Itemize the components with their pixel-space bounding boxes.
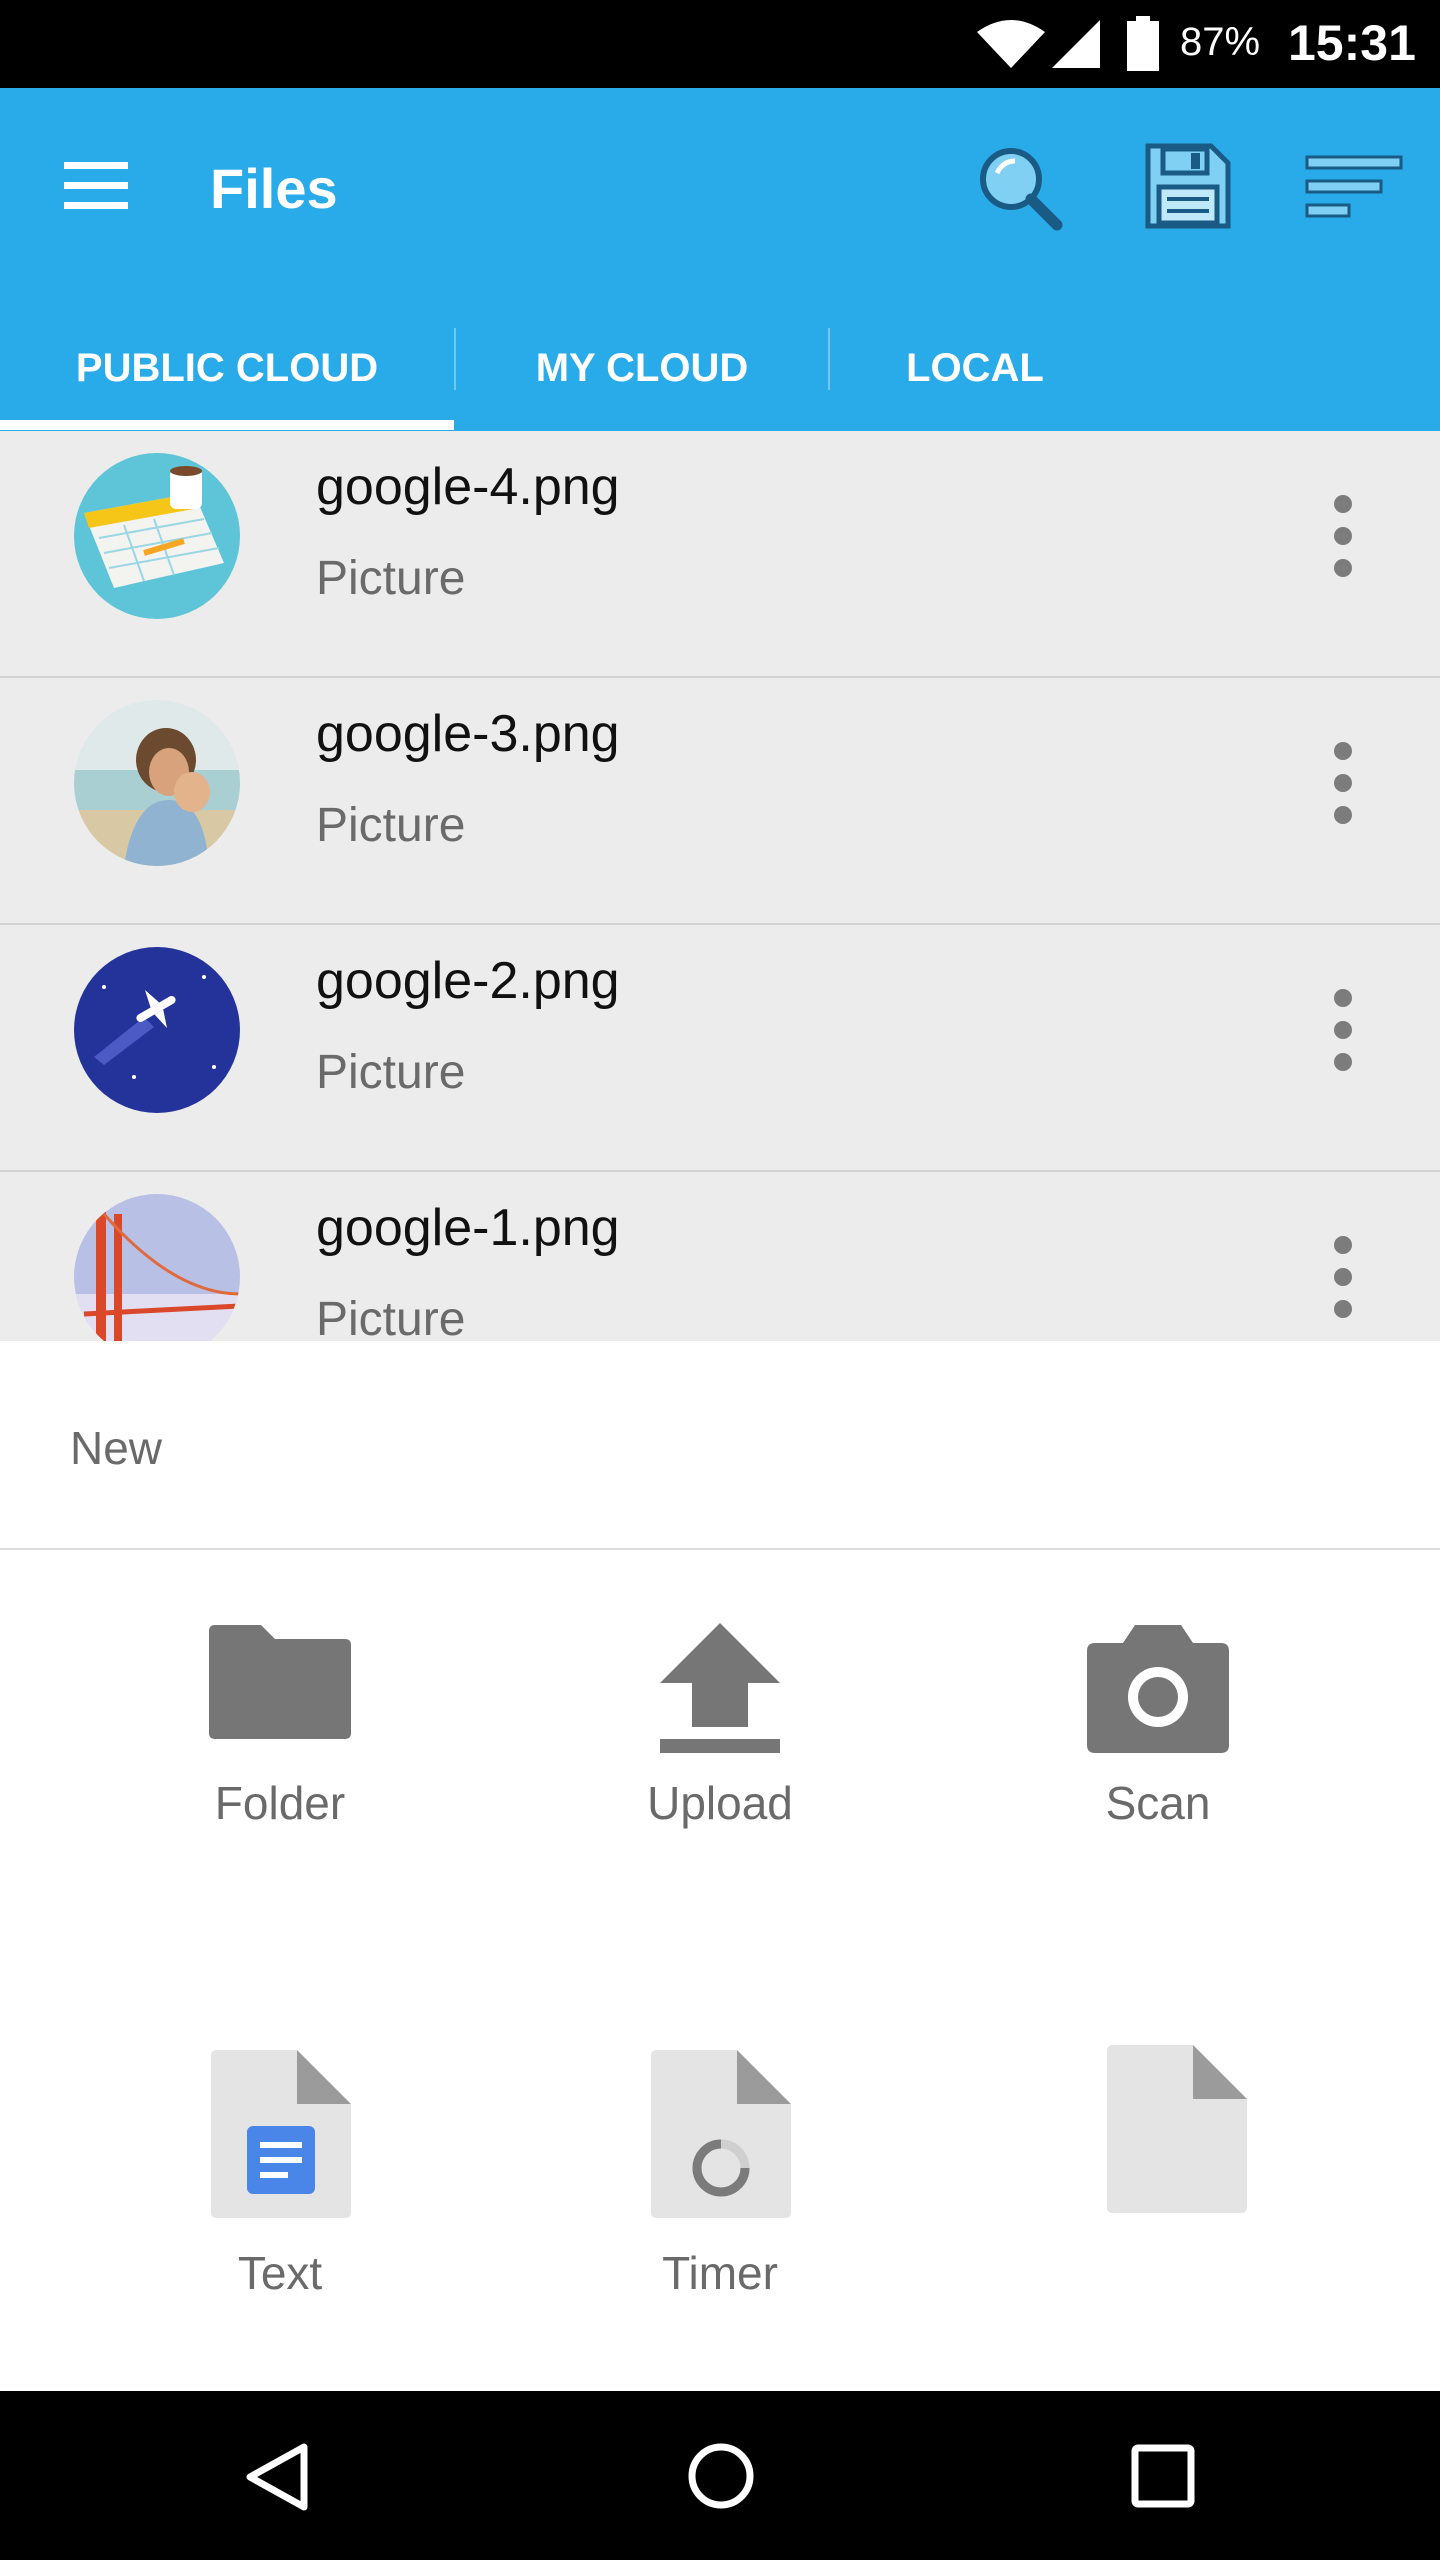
more-options-icon[interactable]	[1318, 495, 1368, 615]
list-item[interactable]: google-2.png Picture	[0, 925, 1440, 1172]
new-item-bottom-sheet: New Folder Upload Scan Text Timer	[0, 1341, 1440, 2391]
wifi-icon	[977, 20, 1045, 68]
file-name: google-2.png	[316, 952, 620, 1010]
new-blank-file-button[interactable]	[1026, 2041, 1326, 2241]
home-button[interactable]	[620, 2391, 820, 2560]
action-label: Upload	[647, 1777, 793, 1829]
status-bar: 87% 15:31	[0, 0, 1440, 88]
recents-icon	[1131, 2444, 1195, 2508]
file-thumbnail	[74, 700, 240, 866]
blank-document-icon	[1107, 2045, 1247, 2213]
back-icon	[246, 2443, 308, 2511]
file-name: google-4.png	[316, 458, 620, 516]
file-type: Picture	[316, 552, 466, 605]
new-text-button[interactable]: Text	[130, 2046, 430, 2299]
battery-percent: 87%	[1180, 20, 1261, 64]
tab-indicator	[0, 420, 454, 430]
tab-label: PUBLIC CLOUD	[75, 346, 379, 390]
action-label: Scan	[1105, 1777, 1211, 1829]
action-label: Folder	[214, 1777, 346, 1829]
search-icon[interactable]	[975, 143, 1065, 233]
back-button[interactable]	[182, 2391, 382, 2560]
menu-icon[interactable]	[62, 158, 132, 214]
upload-icon	[660, 1623, 780, 1753]
more-options-icon[interactable]	[1318, 1236, 1368, 1341]
file-type: Picture	[316, 799, 466, 852]
list-item[interactable]: google-3.png Picture	[0, 678, 1440, 925]
new-folder-button[interactable]: Folder	[130, 1621, 430, 1829]
navigation-bar	[0, 2391, 1440, 2560]
file-name: google-1.png	[316, 1199, 620, 1257]
file-thumbnail	[74, 1194, 240, 1341]
file-type: Picture	[316, 1046, 466, 1099]
camera-icon	[1087, 1625, 1229, 1753]
timer-document-icon	[651, 2050, 791, 2218]
list-item[interactable]: google-1.png Picture	[0, 1172, 1440, 1341]
tab-label: MY CLOUD	[535, 346, 749, 390]
action-label: Timer	[662, 2247, 778, 2299]
app-bar: Files PUBLIC CLOUD MY CLOUD LOCAL	[0, 88, 1440, 431]
folder-icon	[209, 1625, 351, 1739]
file-thumbnail	[74, 947, 240, 1113]
file-type: Picture	[316, 1293, 466, 1341]
home-icon	[688, 2443, 754, 2509]
more-options-icon[interactable]	[1318, 742, 1368, 862]
list-item[interactable]: google-4.png Picture	[0, 431, 1440, 678]
upload-button[interactable]: Upload	[570, 1621, 870, 1829]
tab-my-cloud[interactable]: MY CLOUD	[456, 318, 828, 431]
page-title: Files	[210, 157, 338, 220]
tab-label: LOCAL	[906, 346, 1044, 390]
recents-button[interactable]	[1060, 2391, 1260, 2560]
file-thumbnail	[74, 453, 240, 619]
file-list: google-4.png Picture google-3.png Pictur…	[0, 431, 1440, 1341]
sort-icon[interactable]	[1305, 153, 1405, 223]
battery-icon	[1127, 16, 1159, 71]
action-label: Text	[237, 2247, 323, 2299]
signal-icon	[1052, 20, 1100, 68]
scan-button[interactable]: Scan	[1008, 1621, 1308, 1829]
tab-local[interactable]: LOCAL	[830, 318, 1120, 431]
text-document-icon	[211, 2050, 351, 2218]
new-timer-button[interactable]: Timer	[570, 2046, 870, 2299]
tab-public-cloud[interactable]: PUBLIC CLOUD	[0, 318, 454, 431]
file-name: google-3.png	[316, 705, 620, 763]
save-icon[interactable]	[1145, 143, 1231, 229]
sheet-title: New	[70, 1422, 163, 1474]
clock: 15:31	[1288, 15, 1416, 71]
divider	[0, 1548, 1440, 1550]
more-options-icon[interactable]	[1318, 989, 1368, 1109]
